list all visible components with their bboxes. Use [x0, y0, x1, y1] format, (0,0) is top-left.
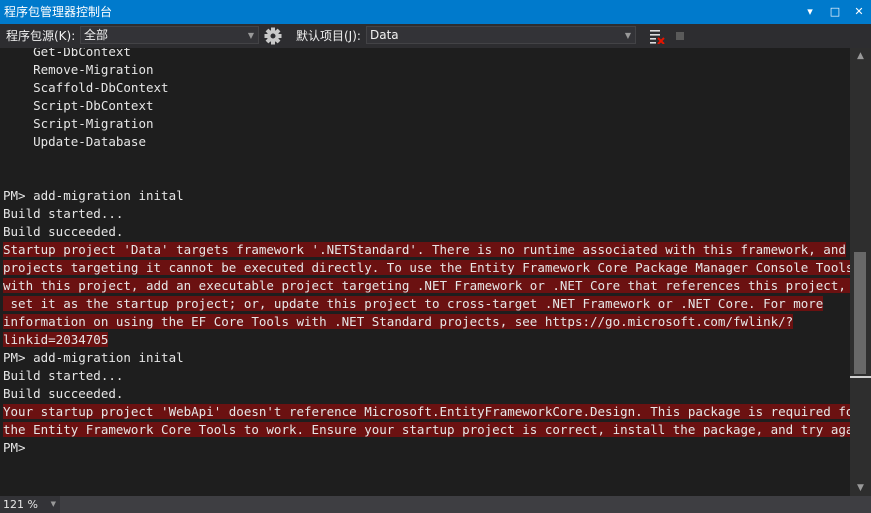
- error-highlight: with this project, add an executable pro…: [3, 278, 850, 293]
- error-highlight: Your startup project 'WebApi' doesn't re…: [3, 404, 850, 419]
- console-output[interactable]: Get-DbContext Remove-Migration Scaffold-…: [0, 48, 850, 496]
- console-line: Script-DbContext: [3, 98, 154, 113]
- chevron-down-icon: ▼: [50, 500, 56, 508]
- console-error-line: set it as the startup project; or, updat…: [3, 295, 824, 313]
- vertical-scrollbar[interactable]: ▲ ▼: [850, 48, 871, 496]
- error-highlight: information on using the EF Core Tools w…: [3, 314, 794, 329]
- maximize-button[interactable]: □: [827, 3, 843, 21]
- error-highlight: projects targeting it cannot be executed…: [3, 260, 850, 275]
- toolbar: 程序包源(K): 全部 ▼ 默认项目(J): Data ▼: [0, 24, 871, 48]
- error-highlight: the Entity Framework Core Tools to work.…: [3, 422, 850, 437]
- status-bar: 121 % ▼: [0, 496, 871, 513]
- console-line: Build started...: [3, 206, 124, 221]
- console-error-line: information on using the EF Core Tools w…: [3, 313, 794, 331]
- window-title: 程序包管理器控制台: [4, 5, 113, 19]
- console-line: Script-Migration: [3, 116, 154, 131]
- default-project-value: Data: [370, 28, 399, 42]
- console-error-line: Your startup project 'WebApi' doesn't re…: [3, 403, 850, 421]
- console-line: Update-Database: [3, 134, 146, 149]
- settings-gear-icon[interactable]: [263, 26, 283, 49]
- stop-icon[interactable]: [676, 32, 684, 40]
- chevron-down-icon: ▼: [624, 31, 631, 40]
- console-line: PM>: [3, 440, 26, 455]
- error-highlight: set it as the startup project; or, updat…: [3, 296, 824, 311]
- package-source-dropdown[interactable]: 全部 ▼: [80, 26, 259, 44]
- zoom-value: 121 %: [3, 498, 38, 511]
- chevron-down-icon: ▼: [247, 31, 254, 40]
- console-line: Build started...: [3, 368, 124, 383]
- zoom-dropdown[interactable]: 121 % ▼: [0, 496, 60, 513]
- horizontal-scrollbar[interactable]: [60, 496, 871, 513]
- console-error-line: the Entity Framework Core Tools to work.…: [3, 421, 850, 439]
- console-error-line: projects targeting it cannot be executed…: [3, 259, 850, 277]
- error-highlight: linkid=2034705: [3, 332, 109, 347]
- console-error-line: Startup project 'Data' targets framework…: [3, 241, 846, 259]
- console-line: Build succeeded.: [3, 224, 124, 239]
- console-line: PM> add-migration inital: [3, 188, 184, 203]
- scroll-up-icon[interactable]: ▲: [850, 48, 871, 64]
- package-source-label: 程序包源(K):: [6, 29, 76, 43]
- error-highlight: Startup project 'Data' targets framework…: [3, 242, 846, 257]
- clear-console-icon[interactable]: [649, 28, 665, 47]
- console-line: Get-DbContext: [3, 48, 131, 59]
- scroll-down-icon[interactable]: ▼: [850, 480, 871, 496]
- scroll-position-marker: [850, 376, 871, 378]
- package-source-value: 全部: [84, 28, 109, 42]
- title-bar: 程序包管理器控制台 ▾ □ ✕: [0, 0, 871, 24]
- default-project-label: 默认项目(J):: [296, 29, 361, 43]
- console-line: Build succeeded.: [3, 386, 124, 401]
- console-line: Scaffold-DbContext: [3, 80, 169, 95]
- scroll-thumb[interactable]: [854, 252, 866, 374]
- console-line: PM> add-migration inital: [3, 350, 184, 365]
- console-line: Remove-Migration: [3, 62, 154, 77]
- close-button[interactable]: ✕: [851, 3, 867, 21]
- console-error-line: linkid=2034705: [3, 331, 109, 349]
- window-menu-button[interactable]: ▾: [802, 3, 818, 21]
- default-project-dropdown[interactable]: Data ▼: [366, 26, 636, 44]
- console-error-line: with this project, add an executable pro…: [3, 277, 850, 295]
